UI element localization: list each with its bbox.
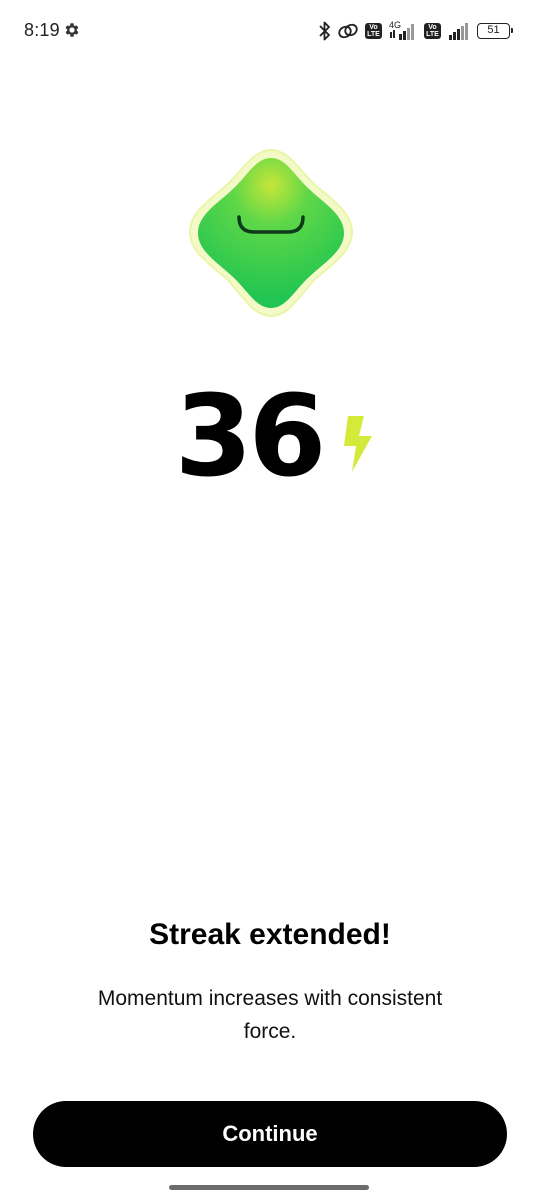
status-icons: Vo LTE 4G Vo LTE 51 (319, 18, 513, 44)
signal-icon: 4G (389, 20, 414, 40)
link-icon (338, 23, 358, 39)
lightning-bolt-icon (344, 416, 372, 472)
network-type-label: 4G (389, 20, 401, 30)
continue-button[interactable]: Continue (33, 1101, 507, 1167)
signal-icon-2 (449, 23, 468, 40)
volte-icon-2: Vo LTE (424, 23, 441, 39)
streak-display: 36 (0, 372, 540, 502)
home-indicator[interactable] (169, 1185, 369, 1190)
status-time: 8:19 (24, 20, 60, 40)
battery-level: 51 (487, 24, 500, 36)
status-bar: 8:19 Vo LTE 4G Vo LTE 51 (0, 0, 540, 62)
streak-headline: Streak extended! (149, 918, 391, 951)
gear-icon (65, 23, 79, 37)
battery-icon: 51 (477, 23, 513, 39)
mascot-icon (188, 148, 354, 318)
streak-count: 36 (174, 372, 327, 502)
streak-subtext: Momentum increases with consistent force… (97, 987, 443, 1043)
volte-icon: Vo LTE (365, 23, 382, 39)
bluetooth-icon (319, 21, 330, 41)
